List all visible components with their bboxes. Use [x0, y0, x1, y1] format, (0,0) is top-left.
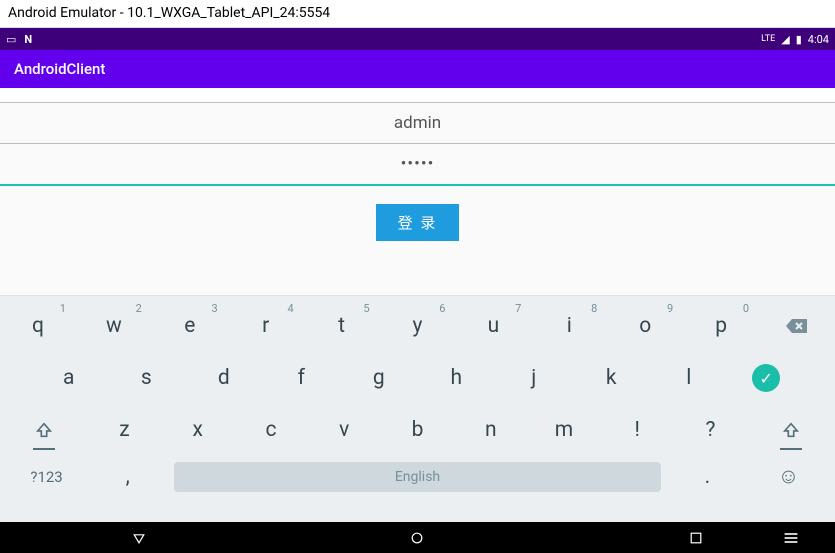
- backspace-icon[interactable]: [759, 300, 835, 352]
- emoji-key[interactable]: ☺: [748, 458, 829, 496]
- enter-key[interactable]: ✓: [728, 352, 806, 404]
- wifi-icon: ◢: [781, 33, 789, 46]
- keyboard-row-bottom: ?123 , English . ☺: [0, 456, 835, 498]
- signal-icon: LTE: [761, 34, 775, 44]
- keyboard-row-1: q1w2e3r4t5y6u7i8o9p0: [0, 300, 835, 352]
- card-icon: ▭: [6, 33, 16, 46]
- key-u[interactable]: u7: [455, 300, 531, 352]
- key-w[interactable]: w2: [76, 300, 152, 352]
- app-title: AndroidClient: [14, 60, 105, 78]
- key-y[interactable]: y6: [380, 300, 456, 352]
- key-g[interactable]: g: [340, 352, 418, 404]
- key-j[interactable]: j: [495, 352, 573, 404]
- username-input[interactable]: [0, 102, 835, 144]
- key-exclaim[interactable]: !: [601, 404, 674, 456]
- nav-recent-button[interactable]: [666, 522, 726, 553]
- key-b[interactable]: b: [381, 404, 454, 456]
- android-nav-bar: [0, 522, 835, 553]
- comma-key[interactable]: ,: [87, 458, 168, 496]
- key-a[interactable]: a: [30, 352, 108, 404]
- spacebar-key[interactable]: English: [174, 462, 661, 492]
- key-o[interactable]: o9: [607, 300, 683, 352]
- key-s[interactable]: s: [108, 352, 186, 404]
- key-q[interactable]: q1: [0, 300, 76, 352]
- emulator-screen: ▭ N LTE ◢ ▮ 4:04 AndroidClient 登 录 q1w2e…: [0, 28, 835, 553]
- key-x[interactable]: x: [161, 404, 234, 456]
- window-titlebar: Android Emulator - 10.1_WXGA_Tablet_API_…: [0, 0, 835, 28]
- shift-key-icon[interactable]: [0, 404, 88, 456]
- clock: 4:04: [808, 33, 829, 46]
- key-f[interactable]: f: [263, 352, 341, 404]
- key-question[interactable]: ?: [674, 404, 747, 456]
- password-input[interactable]: [0, 144, 835, 186]
- shift-key-icon[interactable]: [747, 404, 835, 456]
- status-right: LTE ◢ ▮ 4:04: [761, 33, 829, 46]
- nav-home-button[interactable]: [387, 522, 447, 553]
- soft-keyboard: q1w2e3r4t5y6u7i8o9p0 asdfghjkl✓ zxcvbnm!…: [0, 295, 835, 522]
- android-status-bar: ▭ N LTE ◢ ▮ 4:04: [0, 28, 835, 50]
- key-z[interactable]: z: [88, 404, 161, 456]
- n-icon: N: [24, 33, 32, 46]
- key-t[interactable]: t5: [304, 300, 380, 352]
- key-i[interactable]: i8: [531, 300, 607, 352]
- status-left: ▭ N: [6, 33, 32, 46]
- nav-back-button[interactable]: [109, 522, 169, 553]
- period-key[interactable]: .: [667, 458, 748, 496]
- window-title: Android Emulator - 10.1_WXGA_Tablet_API_…: [8, 5, 330, 21]
- key-l[interactable]: l: [650, 352, 728, 404]
- key-d[interactable]: d: [185, 352, 263, 404]
- battery-icon: ▮: [796, 33, 802, 46]
- login-button[interactable]: 登 录: [376, 204, 460, 241]
- symbols-key[interactable]: ?123: [6, 458, 87, 496]
- key-e[interactable]: e3: [152, 300, 228, 352]
- key-r[interactable]: r4: [228, 300, 304, 352]
- key-n[interactable]: n: [454, 404, 527, 456]
- key-v[interactable]: v: [308, 404, 381, 456]
- key-p[interactable]: p0: [683, 300, 759, 352]
- key-k[interactable]: k: [573, 352, 651, 404]
- key-h[interactable]: h: [418, 352, 496, 404]
- keyboard-row-2: asdfghjkl✓: [0, 352, 835, 404]
- nav-menu-icon[interactable]: [761, 522, 821, 553]
- key-m[interactable]: m: [527, 404, 600, 456]
- app-action-bar: AndroidClient: [0, 50, 835, 88]
- key-c[interactable]: c: [234, 404, 307, 456]
- keyboard-row-3: zxcvbnm!?: [0, 404, 835, 456]
